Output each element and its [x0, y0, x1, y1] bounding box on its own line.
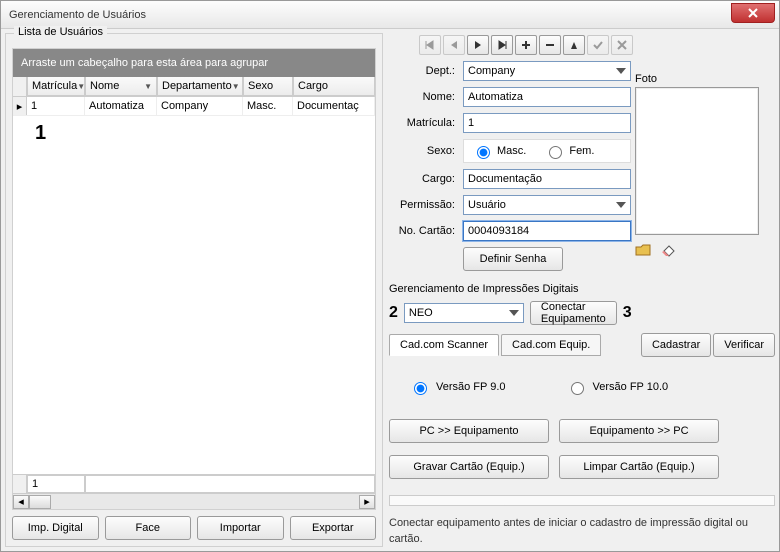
- chevron-down-icon: ▼: [77, 82, 85, 91]
- row-indicator-header: [13, 77, 27, 96]
- tab-scanner[interactable]: Cad.com Scanner: [389, 334, 499, 356]
- annotation-3: 3: [623, 304, 632, 322]
- nav-add-button[interactable]: [515, 35, 537, 55]
- nav-last-button[interactable]: [491, 35, 513, 55]
- nav-delete-button[interactable]: [539, 35, 561, 55]
- nav-cancel-button[interactable]: [611, 35, 633, 55]
- version-9-radio[interactable]: [414, 382, 427, 395]
- definir-senha-button[interactable]: Definir Senha: [463, 247, 563, 271]
- group-drop-area[interactable]: Arraste um cabeçalho para esta área para…: [13, 49, 375, 77]
- nav-first-button[interactable]: [419, 35, 441, 55]
- version-9-option[interactable]: Versão FP 9.0: [409, 379, 506, 395]
- foto-panel: Foto: [635, 73, 767, 260]
- sexo-label: Sexo:: [389, 145, 457, 157]
- scroll-right-button[interactable]: ▸: [359, 495, 375, 509]
- close-button[interactable]: [731, 3, 775, 23]
- verificar-button[interactable]: Verificar: [713, 333, 775, 357]
- scroll-left-button[interactable]: ◂: [13, 495, 29, 509]
- version-radio-group: Versão FP 9.0 Versão FP 10.0: [409, 379, 775, 395]
- progress-bar: [389, 495, 775, 506]
- horizontal-scrollbar[interactable]: ◂ ▸: [13, 493, 375, 509]
- cell-sexo: Masc.: [243, 97, 293, 115]
- scroll-thumb[interactable]: [29, 495, 51, 509]
- sexo-masc-option[interactable]: Masc.: [472, 143, 528, 159]
- cell-departamento: Company: [157, 97, 243, 115]
- footer-empty: [85, 475, 375, 493]
- col-nome[interactable]: Nome▼: [85, 77, 157, 96]
- permissao-select[interactable]: Usuário: [463, 195, 631, 215]
- titlebar: Gerenciamento de Usuários: [1, 1, 779, 29]
- face-button[interactable]: Face: [105, 516, 192, 540]
- footer-indicator: [13, 475, 27, 493]
- status-hint: Conectar equipamento antes de iniciar o …: [389, 516, 775, 547]
- table-row[interactable]: ▸ 1 Automatiza Company Masc. Documentaç: [13, 97, 375, 116]
- chevron-down-icon: ▼: [232, 82, 240, 91]
- nav-edit-button[interactable]: [563, 35, 585, 55]
- cartao-input[interactable]: [463, 221, 631, 241]
- cell-nome: Automatiza: [85, 97, 157, 115]
- user-form: Dept.: Company Nome: Matrícula: Sexo: Ma…: [389, 61, 639, 271]
- user-list-legend: Lista de Usuários: [14, 26, 107, 38]
- importar-button[interactable]: Importar: [197, 516, 284, 540]
- cartao-label: No. Cartão:: [389, 225, 457, 237]
- current-row-indicator: ▸: [13, 97, 27, 115]
- dept-label: Dept.:: [389, 65, 457, 77]
- grid-footer: 1: [13, 474, 375, 493]
- foto-label: Foto: [635, 73, 767, 85]
- col-cargo[interactable]: Cargo: [293, 77, 375, 96]
- dept-select[interactable]: Company: [463, 61, 631, 81]
- equip-to-pc-button[interactable]: Equipamento >> PC: [559, 419, 719, 443]
- user-grid: Arraste um cabeçalho para esta área para…: [12, 48, 376, 510]
- version-10-option[interactable]: Versão FP 10.0: [566, 379, 669, 395]
- imp-digital-button[interactable]: Imp. Digital: [12, 516, 99, 540]
- sexo-masc-radio[interactable]: [477, 146, 490, 159]
- grid-header: Matrícula▼ Nome▼ Departamento▼ Sexo Carg…: [13, 77, 375, 97]
- matricula-label: Matrícula:: [389, 117, 457, 129]
- col-matricula[interactable]: Matrícula▼: [27, 77, 85, 96]
- chevron-down-icon: ▼: [144, 82, 152, 91]
- limpar-cartao-button[interactable]: Limpar Cartão (Equip.): [559, 455, 719, 479]
- close-icon: [748, 8, 758, 18]
- nome-label: Nome:: [389, 91, 457, 103]
- col-departamento[interactable]: Departamento▼: [157, 77, 243, 96]
- user-list-group: Lista de Usuários Arraste um cabeçalho p…: [5, 33, 383, 547]
- tab-equip[interactable]: Cad.com Equip.: [501, 334, 601, 356]
- col-sexo[interactable]: Sexo: [243, 77, 293, 96]
- exportar-button[interactable]: Exportar: [290, 516, 377, 540]
- permissao-label: Permissão:: [389, 199, 457, 211]
- nav-next-button[interactable]: [467, 35, 489, 55]
- pc-to-equip-button[interactable]: PC >> Equipamento: [389, 419, 549, 443]
- register-tabs: Cad.com Scanner Cad.com Equip. Cadastrar…: [389, 333, 775, 357]
- sexo-fem-radio[interactable]: [549, 146, 562, 159]
- annotation-1: 1: [35, 122, 375, 145]
- sexo-fem-option[interactable]: Fem.: [544, 143, 596, 159]
- foto-frame: [635, 87, 759, 235]
- window-title: Gerenciamento de Usuários: [9, 9, 146, 21]
- cargo-input[interactable]: [463, 169, 631, 189]
- nome-input[interactable]: [463, 87, 631, 107]
- footer-count: 1: [27, 475, 85, 493]
- gravar-cartao-button[interactable]: Gravar Cartão (Equip.): [389, 455, 549, 479]
- nav-prev-button[interactable]: [443, 35, 465, 55]
- cell-cargo: Documentaç: [293, 97, 375, 115]
- connect-device-button[interactable]: Conectar Equipamento: [530, 301, 617, 325]
- clear-photo-button[interactable]: [661, 243, 677, 260]
- cell-matricula: 1: [27, 97, 85, 115]
- nav-post-button[interactable]: [587, 35, 609, 55]
- annotation-2: 2: [389, 304, 398, 322]
- open-photo-button[interactable]: [635, 243, 651, 260]
- scroll-track[interactable]: [29, 495, 359, 509]
- matricula-input[interactable]: [463, 113, 631, 133]
- grid-body: ▸ 1 Automatiza Company Masc. Documentaç …: [13, 97, 375, 474]
- sexo-radio-group: Masc. Fem.: [463, 139, 631, 163]
- fingerprint-section-title: Gerenciamento de Impressões Digitais: [389, 283, 775, 295]
- record-navigator: [419, 35, 775, 55]
- cargo-label: Cargo:: [389, 173, 457, 185]
- device-select[interactable]: NEO: [404, 303, 524, 323]
- cadastrar-button[interactable]: Cadastrar: [641, 333, 711, 357]
- version-10-radio[interactable]: [571, 382, 584, 395]
